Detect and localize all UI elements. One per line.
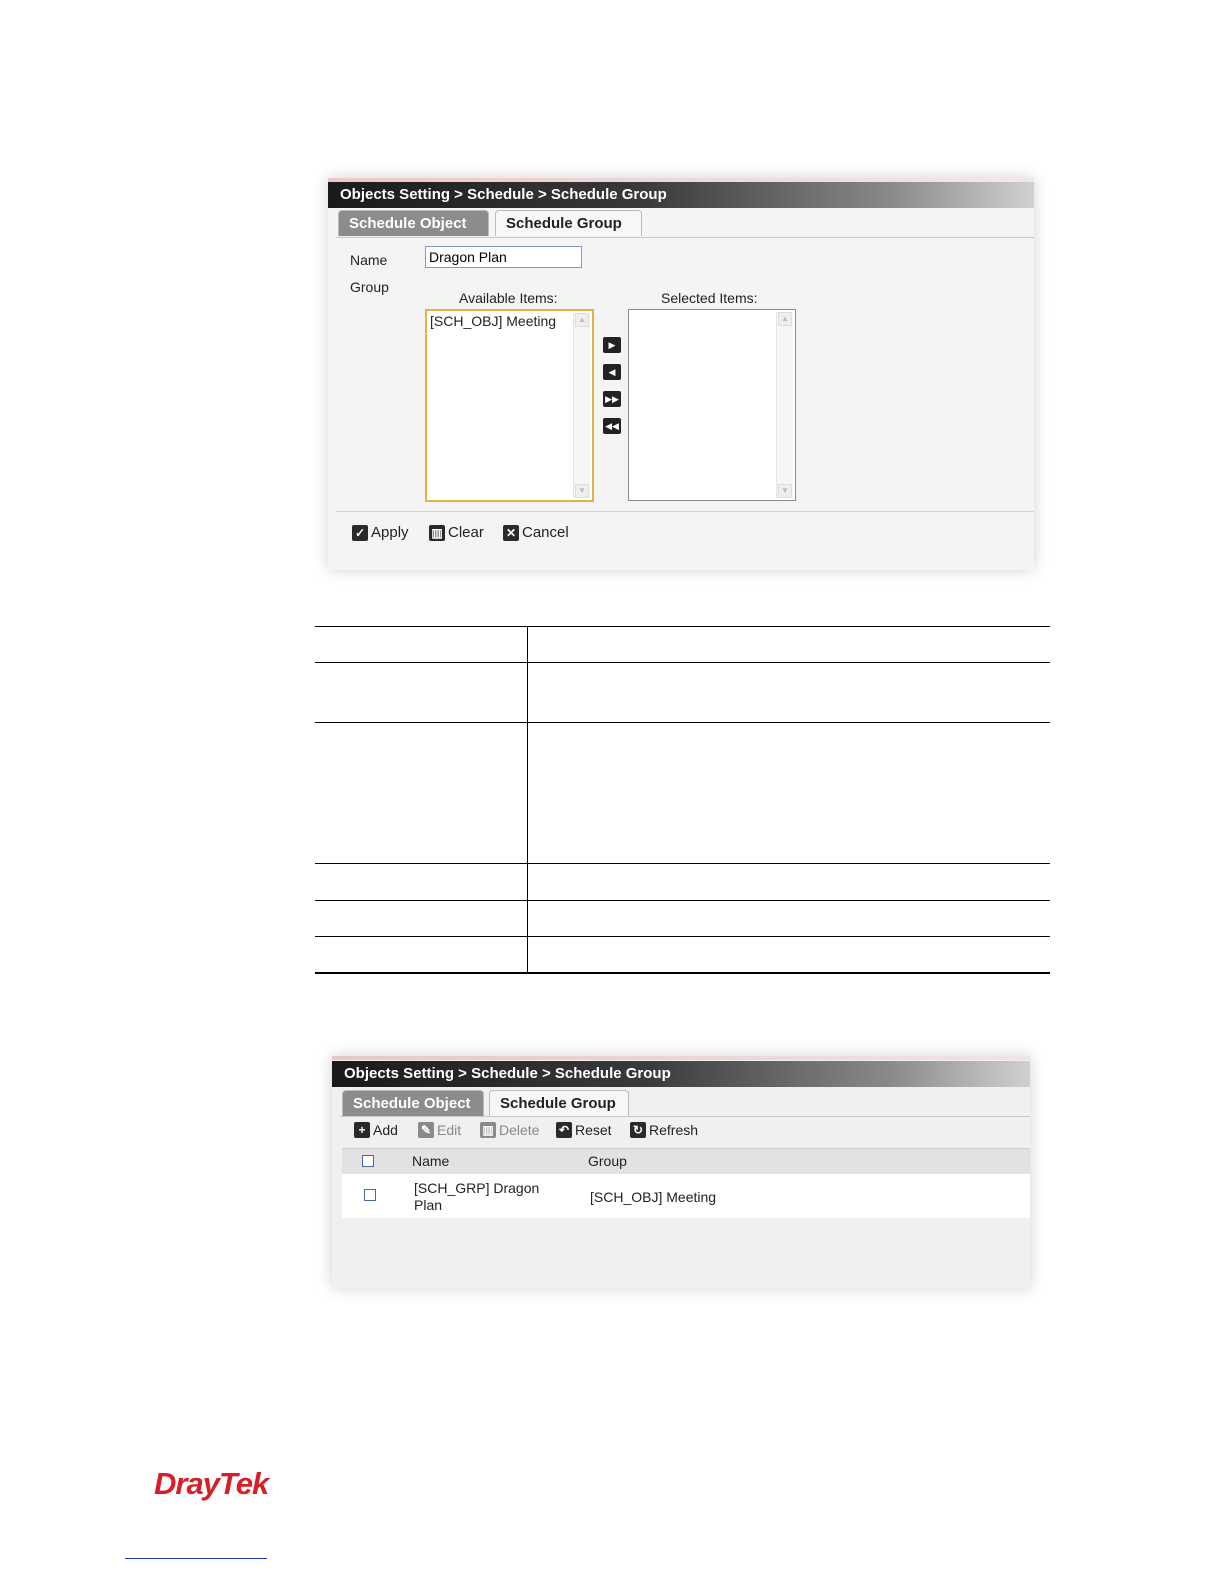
row-name-line2: Plan [414,1197,443,1213]
table-rule [315,626,1050,627]
table-rule [315,863,1050,864]
tab-underline [336,237,1034,238]
reset-icon: ↶ [556,1122,572,1138]
table-rule [315,722,1050,723]
tab-schedule-group[interactable]: Schedule Group [489,1090,629,1116]
apply-label: Apply [371,524,409,541]
trash-icon: ▥ [429,524,445,541]
divider [336,511,1034,512]
refresh-icon: ↻ [630,1122,646,1138]
name-label: Name [350,252,388,268]
clear-button[interactable]: ▥ Clear [429,524,484,541]
available-items-label: Available Items: [459,290,558,306]
group-label: Group [350,279,389,295]
trash-icon: ▥ [480,1122,496,1138]
clear-label: Clear [448,524,484,541]
delete-label: Delete [499,1122,540,1138]
column-header-group: Group [588,1153,627,1169]
table-row[interactable]: [SCH_GRP] Dragon Plan [SCH_OBJ] Meeting [342,1174,1030,1218]
scroll-down-icon[interactable]: ▼ [778,484,792,498]
schedule-group-list-screenshot: Objects Setting > Schedule > Schedule Gr… [332,1056,1030,1288]
tab-underline [340,1116,1030,1117]
plus-icon: + [354,1122,370,1138]
tab-schedule-group[interactable]: Schedule Group [495,210,642,236]
move-all-left-icon[interactable]: ◀◀ [603,418,621,434]
move-all-right-icon[interactable]: ▶▶ [603,391,621,407]
scroll-up-icon[interactable]: ▲ [575,313,589,327]
refresh-label: Refresh [649,1122,699,1138]
schedule-group-form-screenshot: Objects Setting > Schedule > Schedule Gr… [328,178,1034,570]
list-item[interactable]: [SCH_OBJ] Meeting [427,311,592,331]
table-header: Name Group [342,1148,1030,1175]
tab-schedule-object[interactable]: Schedule Object [342,1090,484,1116]
refresh-button[interactable]: ↻ Refresh [630,1122,698,1138]
tab-schedule-object[interactable]: Schedule Object [338,210,489,236]
cancel-button[interactable]: ✕ Cancel [503,524,569,541]
apply-button[interactable]: ✓ Apply [352,524,409,541]
breadcrumb: Objects Setting > Schedule > Schedule Gr… [332,1061,1030,1087]
selected-items-label: Selected Items: [661,290,758,306]
column-header-name: Name [412,1153,450,1169]
reset-label: Reset [575,1122,612,1138]
edit-label: Edit [437,1122,462,1138]
row-checkbox[interactable] [364,1189,376,1201]
select-all-checkbox[interactable] [362,1155,374,1167]
table-rule [315,936,1050,937]
selected-items-list[interactable]: ▲ ▼ [628,309,796,501]
top-glow [332,1056,1030,1060]
checkmark-icon: ✓ [352,524,368,541]
pencil-icon: ✎ [418,1122,434,1138]
table-rule [315,900,1050,901]
close-icon: ✕ [503,524,519,541]
scrollbar[interactable]: ▲ ▼ [776,312,793,498]
row-name-line1: [SCH_GRP] Dragon [414,1180,540,1196]
move-right-icon[interactable]: ▶ [603,337,621,353]
reset-button[interactable]: ↶ Reset [556,1122,612,1138]
cancel-label: Cancel [522,524,569,541]
row-group: [SCH_OBJ] Meeting [590,1189,717,1205]
scroll-down-icon[interactable]: ▼ [575,484,589,498]
name-input[interactable] [425,246,582,268]
table-bottom-rule [315,972,1050,974]
breadcrumb: Objects Setting > Schedule > Schedule Gr… [328,182,1034,208]
footer-link-underline [125,1558,267,1559]
move-left-icon[interactable]: ◀ [603,364,621,380]
add-button[interactable]: + Add [354,1122,398,1138]
table-column-divider [527,626,528,973]
scroll-up-icon[interactable]: ▲ [778,312,792,326]
delete-button[interactable]: ▥ Delete [480,1122,539,1138]
edit-button[interactable]: ✎ Edit [418,1122,461,1138]
scrollbar[interactable]: ▲ ▼ [573,313,590,498]
add-label: Add [373,1122,398,1138]
available-items-list[interactable]: [SCH_OBJ] Meeting ▲ ▼ [425,309,594,502]
draytek-logo: DrayTek [154,1466,269,1501]
table-rule [315,662,1050,663]
